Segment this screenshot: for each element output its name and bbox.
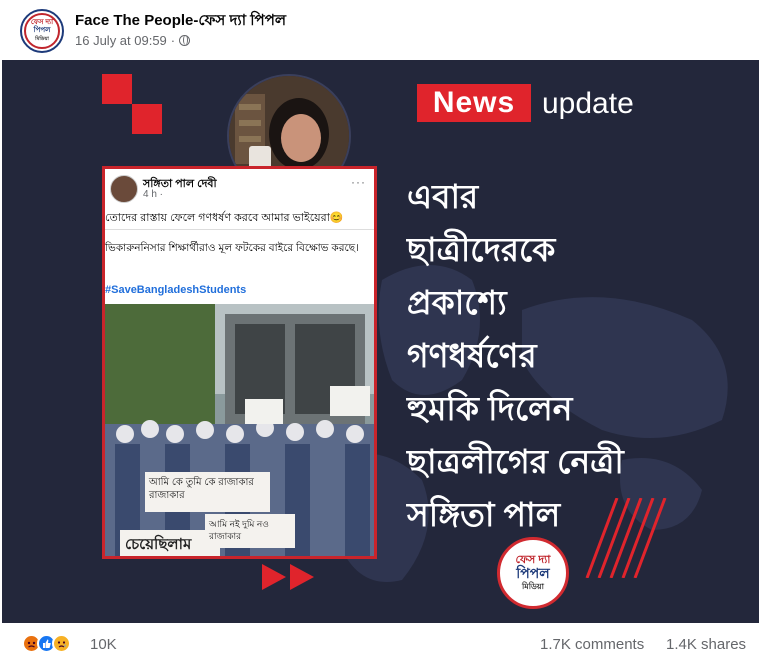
post-image[interactable]: News update এবার ছাত্রীদেরকে প্রকাশ্যে গ… — [2, 60, 759, 623]
post-timestamp[interactable]: 16 July at 09:59 — [75, 33, 167, 48]
globe-icon[interactable] — [179, 35, 191, 46]
shares-count[interactable]: 1.4K shares — [666, 636, 746, 653]
card-hashtag: #SaveBangladeshStudents — [105, 284, 247, 296]
embedded-post-screenshot: সঙ্গিতা পাল দেবী 4 h · ··· তোদের রাস্তায… — [102, 166, 377, 559]
logo-text: পিপল — [516, 564, 550, 581]
headline-line: এবার — [407, 178, 479, 215]
card-caption: ভিকারুননিসার শিক্ষার্থীরাও মূল ফটকের বাই… — [105, 242, 359, 254]
page-logo: ফেস দ্যা পিপল মিডিয়া — [24, 13, 60, 49]
stripes-decoration — [585, 498, 667, 578]
placard-text: আমি কে তুমি কে রাজাকার রাজাকার — [149, 477, 254, 501]
card-time: 4 h · — [143, 189, 164, 200]
reaction-count[interactable]: 10K — [90, 636, 117, 653]
card-text: তোদের রাস্তায় ফেলে গণধর্ষণ করবে আমার ভা… — [105, 212, 344, 224]
divider — [105, 229, 374, 230]
sad-reaction-icon — [52, 634, 71, 653]
protest-photo: আমি কে তুমি কে রাজাকার রাজাকার আমি নই দু… — [105, 304, 374, 556]
headline-line: হুমকি দিলেন — [407, 390, 573, 427]
brand-logo: ফেস দ্যা পিপল মিডিয়া — [497, 537, 569, 609]
placard-text: চেয়েছিলাম — [125, 536, 192, 553]
headline-line: প্রকাশ্যে — [407, 284, 507, 321]
reaction-icons[interactable] — [22, 634, 71, 653]
headline-line: গণধর্ষণের — [407, 337, 537, 374]
play-arrows-icon — [262, 564, 314, 590]
headline: এবার ছাত্রীদেরকে প্রকাশ্যে গণধর্ষণের হুম… — [407, 170, 747, 541]
placard-text: আমি নই দুমি নও রাজাকার — [209, 519, 269, 541]
post-meta: 16 July at 09:59 · — [75, 33, 191, 48]
comments-count[interactable]: 1.7K comments — [540, 636, 644, 653]
card-avatar — [110, 175, 138, 203]
page-avatar[interactable]: ফেস দ্যা পিপল মিডিয়া — [20, 9, 64, 53]
news-badge: News — [417, 84, 531, 122]
page-name-link[interactable]: Face The People-ফেস দ্যা পিপল — [75, 9, 286, 34]
headline-line: ছাত্রীদেরকে — [407, 231, 556, 268]
logo-text: ফেস দ্যা — [30, 19, 54, 26]
logo-text: পিপল — [33, 27, 51, 34]
meta-separator: · — [170, 33, 176, 48]
logo-text: মিডিয়া — [35, 36, 49, 42]
red-square-decoration — [132, 104, 162, 134]
news-update-label: update — [542, 87, 634, 120]
post-footer: 10K 1.7K comments 1.4K shares — [0, 623, 761, 664]
logo-text: মিডিয়া — [522, 581, 544, 591]
headline-line: ছাত্রলীগের নেত্রী — [407, 443, 624, 480]
card-menu-icon: ··· — [351, 175, 366, 189]
post-header: ফেস দ্যা পিপল মিডিয়া Face The People-ফে… — [0, 0, 761, 60]
red-square-decoration — [102, 74, 132, 104]
